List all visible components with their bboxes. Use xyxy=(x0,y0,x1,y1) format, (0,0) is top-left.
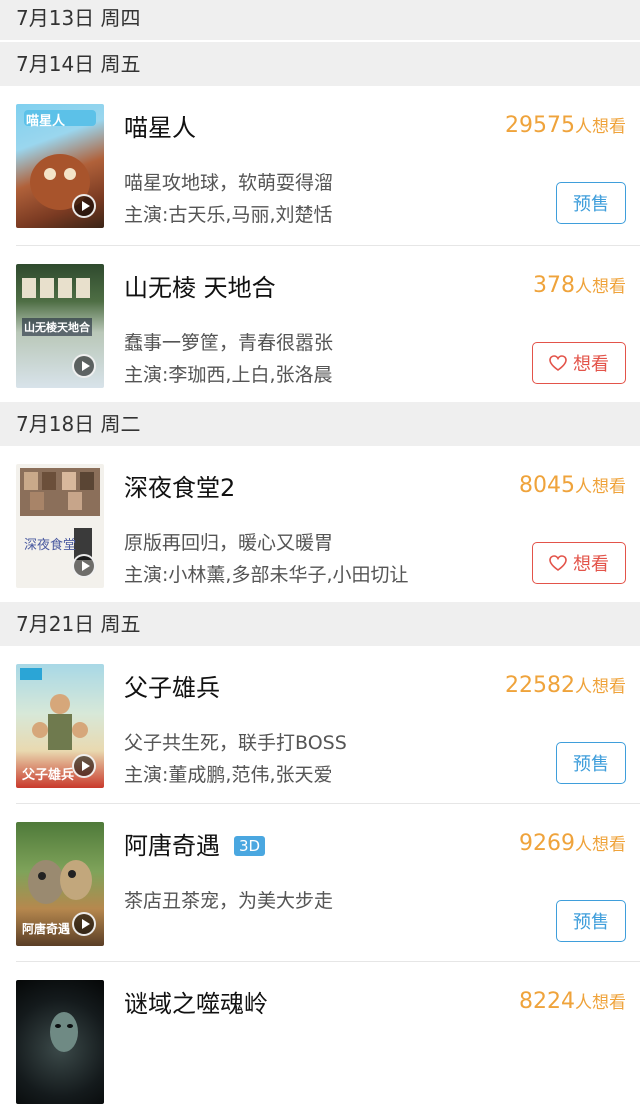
date-header: 7月14日 周五 xyxy=(0,42,640,86)
want-number: 8224 xyxy=(519,989,575,1014)
want-suffix: 人想看 xyxy=(575,477,626,497)
movie-poster[interactable] xyxy=(16,980,104,1104)
want-suffix: 人想看 xyxy=(575,677,626,697)
want-to-watch-label: 想看 xyxy=(573,354,609,375)
movie-tagline: 喵星攻地球，软萌耍得溜 xyxy=(124,172,334,194)
movie-title-text: 阿唐奇遇 xyxy=(124,832,220,860)
movie-title-text: 谜域之噬魂岭 xyxy=(124,990,268,1018)
poster-title: 山无棱天地合 xyxy=(22,318,92,336)
movie-title-text: 喵星人 xyxy=(124,114,196,142)
want-to-watch-button[interactable]: 想看 xyxy=(532,342,626,384)
movie-poster[interactable]: 阿唐奇遇 xyxy=(16,822,104,946)
poster-title: 喵星人 xyxy=(26,114,66,129)
want-count: 378人想看 xyxy=(533,272,626,298)
want-number: 378 xyxy=(533,273,575,298)
want-to-watch-label: 想看 xyxy=(573,554,609,575)
date-header: 7月13日 周四 xyxy=(0,0,640,40)
poster-title: 父子雄兵 xyxy=(22,768,75,783)
movie-item[interactable]: 深夜食堂 深夜食堂2 8045人想看 原版再回归，暖心又暖胃 主演:小林薰,多部… xyxy=(0,446,640,604)
want-count: 9269人想看 xyxy=(519,830,626,856)
movie-title[interactable]: 深夜食堂2 xyxy=(124,468,235,503)
poster-title: 深夜食堂 xyxy=(24,538,77,553)
movie-item[interactable]: 父子雄兵 父子雄兵 22582人想看 父子共生死，联手打BOSS 主演:董成鹏,… xyxy=(0,646,640,804)
want-count: 8224人想看 xyxy=(519,988,626,1014)
want-number: 29575 xyxy=(505,113,575,138)
want-number: 22582 xyxy=(505,673,575,698)
movie-tagline: 蠢事一箩筐，青春很嚣张 xyxy=(124,332,334,354)
want-suffix: 人想看 xyxy=(575,993,626,1013)
play-icon[interactable] xyxy=(72,554,96,578)
movie-cast: 主演:小林薰,多部未华子,小田切让 xyxy=(124,564,409,586)
presale-label: 预售 xyxy=(573,754,609,775)
want-to-watch-button[interactable]: 想看 xyxy=(532,542,626,584)
presale-button[interactable]: 预售 xyxy=(556,900,626,942)
movie-poster[interactable]: 深夜食堂 xyxy=(16,464,104,588)
movie-title[interactable]: 谜域之噬魂岭 xyxy=(124,984,268,1019)
movie-tagline: 父子共生死，联手打BOSS xyxy=(124,732,347,754)
movie-poster[interactable]: 山无棱天地合 xyxy=(16,264,104,388)
poster-title: 阿唐奇遇 xyxy=(22,922,71,936)
movie-title-text: 深夜食堂2 xyxy=(124,474,236,502)
want-count: 8045人想看 xyxy=(519,472,626,498)
movie-cast: 主演:董成鹏,范伟,张天爱 xyxy=(124,764,333,786)
movie-item[interactable]: 喵星人 喵星人 29575人想看 喵星攻地球，软萌耍得溜 主演:古天乐,马丽,刘… xyxy=(0,86,640,246)
movie-title-text: 山无棱 天地合 xyxy=(124,274,276,302)
date-header: 7月21日 周五 xyxy=(0,602,640,646)
want-suffix: 人想看 xyxy=(575,277,626,297)
movie-cast: 主演:古天乐,马丽,刘楚恬 xyxy=(124,204,333,226)
movie-title[interactable]: 阿唐奇遇 3D xyxy=(124,826,266,861)
date-label: 7月18日 周二 xyxy=(16,412,141,436)
want-number: 8045 xyxy=(519,473,575,498)
play-icon[interactable] xyxy=(72,754,96,778)
movie-item[interactable]: 山无棱天地合 山无棱 天地合 378人想看 蠢事一箩筐，青春很嚣张 主演:李珈西… xyxy=(0,246,640,404)
date-label: 7月14日 周五 xyxy=(16,52,141,76)
want-suffix: 人想看 xyxy=(575,117,626,137)
heart-icon xyxy=(549,555,567,571)
movie-tagline: 茶店丑茶宠，为美大步走 xyxy=(124,890,334,912)
play-icon[interactable] xyxy=(72,354,96,378)
movie-title[interactable]: 喵星人 xyxy=(124,108,196,143)
date-header: 7月18日 周二 xyxy=(0,402,640,446)
heart-icon xyxy=(549,355,567,371)
poster-art xyxy=(50,1012,78,1052)
movie-title[interactable]: 山无棱 天地合 xyxy=(124,268,276,303)
presale-label: 预售 xyxy=(573,912,609,933)
movie-item[interactable]: 阿唐奇遇 阿唐奇遇 3D 9269人想看 茶店丑茶宠，为美大步走 预售 xyxy=(0,804,640,962)
3d-badge: 3D xyxy=(234,836,266,856)
movie-poster[interactable]: 喵星人 xyxy=(16,104,104,228)
date-label: 7月21日 周五 xyxy=(16,612,141,636)
date-label: 7月13日 周四 xyxy=(16,6,141,30)
want-count: 29575人想看 xyxy=(505,112,626,138)
movie-item[interactable]: 谜域之噬魂岭 8224人想看 xyxy=(0,962,640,1104)
presale-button[interactable]: 预售 xyxy=(556,742,626,784)
movie-cast: 主演:李珈西,上白,张洛晨 xyxy=(124,364,333,386)
presale-button[interactable]: 预售 xyxy=(556,182,626,224)
want-suffix: 人想看 xyxy=(575,835,626,855)
movie-title-text: 父子雄兵 xyxy=(124,674,220,702)
play-icon[interactable] xyxy=(72,912,96,936)
play-icon[interactable] xyxy=(72,194,96,218)
movie-title[interactable]: 父子雄兵 xyxy=(124,668,220,703)
presale-label: 预售 xyxy=(573,194,609,215)
movie-poster[interactable]: 父子雄兵 xyxy=(16,664,104,788)
movie-tagline: 原版再回归，暖心又暖胃 xyxy=(124,532,334,554)
want-number: 9269 xyxy=(519,831,575,856)
want-count: 22582人想看 xyxy=(505,672,626,698)
